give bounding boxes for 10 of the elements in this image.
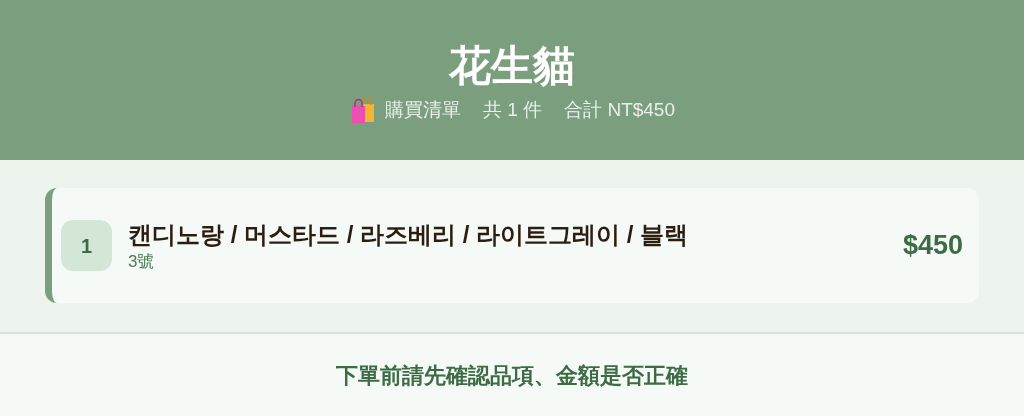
item-price: $450 [902,229,963,263]
store-title: 花生貓 [449,40,575,91]
item-number: 1 [61,220,112,271]
footer-note: 下單前請先確認品項、金額是否正確 [336,361,688,390]
shopping-bags-icon [349,96,377,124]
summary-text: 共 1 件 [483,97,543,122]
summary-text: 合計 NT$450 [564,97,675,122]
summary-text: 購買清單 [385,97,461,122]
item-name: 캔디노랑 / 머스타드 / 라즈베리 / 라이트그레이 / 블랙 [128,219,689,250]
item-size: 3號 [128,250,155,273]
